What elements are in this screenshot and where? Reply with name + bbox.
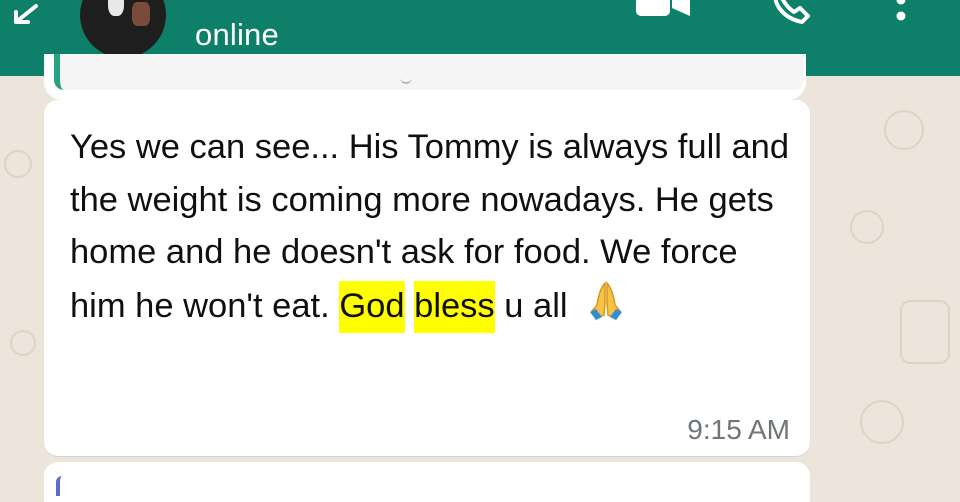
contact-status: online [195,17,279,52]
video-call-icon[interactable] [634,0,692,22]
wallpaper-doodle [10,330,36,356]
avatar[interactable] [80,0,166,58]
folded-hands-icon [589,280,622,320]
next-message-bubble[interactable] [44,462,810,502]
wallpaper-doodle [860,400,904,444]
wallpaper-doodle [900,300,950,364]
wallpaper-doodle [850,210,884,244]
more-options-icon[interactable] [894,0,908,28]
wallpaper-doodle [4,150,32,178]
quoted-message[interactable] [54,54,804,90]
quoted-text-fragment [400,74,412,84]
avatar-photo-detail [132,2,150,26]
highlighted-word: God [339,280,405,333]
voice-call-icon[interactable] [766,0,814,26]
back-arrow-icon[interactable] [6,0,46,34]
highlighted-word: bless [414,280,495,333]
avatar-photo-detail [108,0,124,16]
message-text: Yes we can see... His Tommy is always fu… [70,121,790,333]
message-timestamp: 9:15 AM [687,414,790,445]
wallpaper-doodle [884,110,924,150]
message-body-end: u all [504,286,568,325]
quoted-message-accent [56,476,68,496]
